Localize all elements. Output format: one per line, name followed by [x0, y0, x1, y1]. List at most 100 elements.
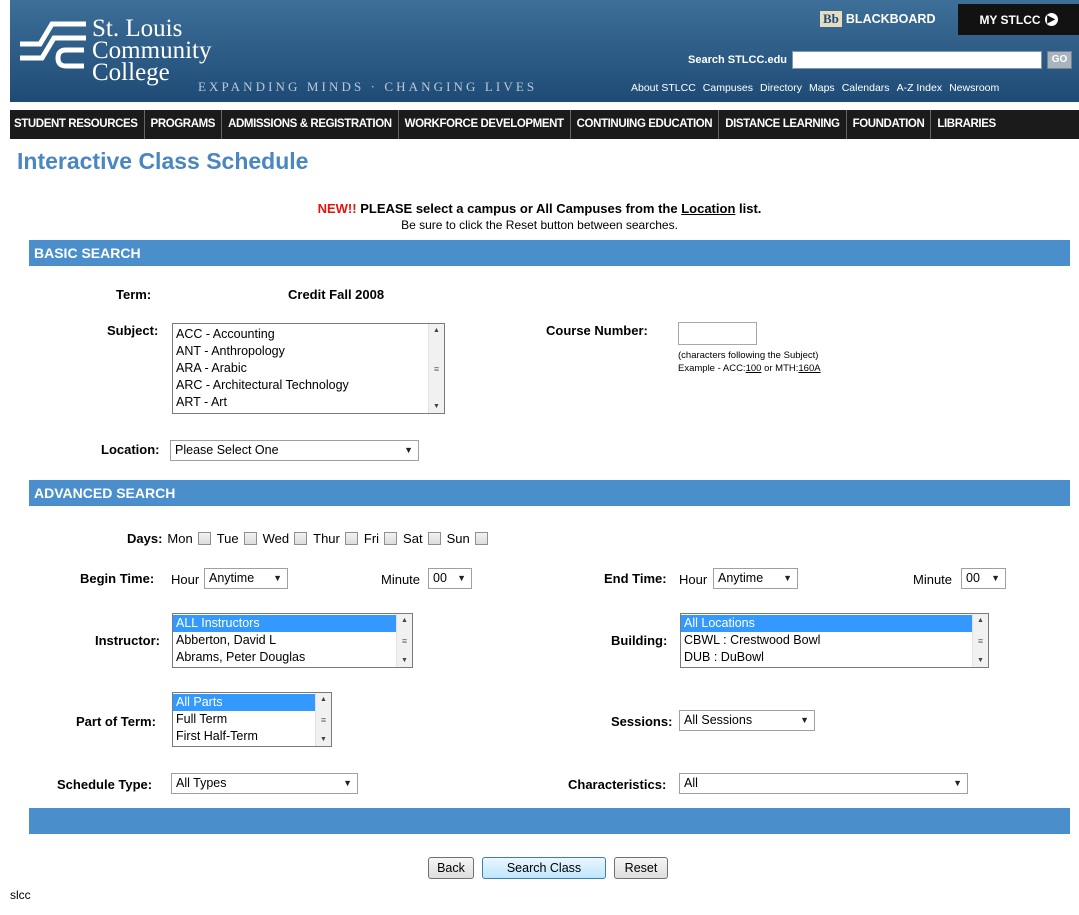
nav-item-continuing-education[interactable]: CONTINUING EDUCATION [569, 110, 719, 139]
scroll-grip-icon: ≡ [320, 714, 327, 725]
nav-item-admissions-registration[interactable]: ADMISSIONS & REGISTRATION [221, 110, 398, 139]
begin-minute-select[interactable]: 00 ▼ [428, 568, 472, 589]
example-mth: 160A [798, 363, 821, 374]
location-select[interactable]: Please Select One ▼ [170, 440, 419, 461]
part-of-term-listbox[interactable]: All Parts Full Term First Half-Term ▲ ≡ ▼ [172, 692, 332, 747]
instructor-option[interactable]: Abberton, David L [173, 632, 396, 649]
scroll-up-icon: ▲ [977, 617, 984, 624]
scroll-down-icon: ▼ [401, 657, 408, 664]
util-link-about-stlcc[interactable]: About STLCC [631, 82, 696, 94]
subject-option[interactable]: ARC - Architectural Technology [173, 377, 428, 394]
scroll-up-icon: ▲ [320, 696, 327, 703]
example-acc: 100 [745, 363, 762, 374]
characteristics-select[interactable]: All ▼ [679, 773, 968, 794]
search-go-button[interactable]: GO [1047, 51, 1072, 69]
term-label: Term: [116, 287, 152, 302]
chevron-down-icon: ▼ [783, 573, 792, 583]
day-checkbox-fri[interactable] [384, 532, 398, 545]
part-of-term-option[interactable]: Full Term [173, 711, 315, 728]
instructor-listbox[interactable]: ALL Instructors Abberton, David L Abrams, … [172, 613, 413, 668]
day-checkbox-thur[interactable] [344, 532, 358, 545]
util-link-maps[interactable]: Maps [809, 82, 835, 94]
notice-location-link[interactable]: Location [681, 201, 735, 216]
begin-minute-label: Minute [381, 572, 421, 587]
site-search-input[interactable] [792, 51, 1042, 69]
scroll-grip-icon: ≡ [401, 635, 408, 646]
util-link-calendars[interactable]: Calendars [842, 82, 890, 94]
scroll-down-icon: ▼ [433, 403, 440, 410]
location-label: Location: [101, 442, 160, 457]
day-label-wed: Wed [262, 531, 290, 546]
part-of-term-option[interactable]: All Parts [173, 694, 315, 711]
location-value: Please Select One [175, 443, 279, 457]
begin-hour-select[interactable]: Anytime ▼ [204, 568, 288, 589]
subject-option[interactable]: ACC - Accounting [173, 326, 428, 343]
day-checkbox-mon[interactable] [197, 532, 211, 545]
my-stlcc-link[interactable]: MY STLCC ▶ [958, 4, 1079, 35]
end-hour-select[interactable]: Anytime ▼ [713, 568, 798, 589]
day-checkbox-tue[interactable] [243, 532, 257, 545]
subject-option[interactable]: ART - Art [173, 394, 428, 411]
course-number-label: Course Number: [546, 323, 648, 338]
nav-item-distance-learning[interactable]: DISTANCE LEARNING [718, 110, 845, 139]
notice-text-end: list. [735, 201, 762, 216]
util-link-campuses[interactable]: Campuses [703, 82, 753, 94]
begin-hour-value: Anytime [209, 571, 255, 585]
search-class-button[interactable]: Search Class [482, 857, 606, 879]
course-number-input[interactable] [678, 322, 757, 345]
building-option[interactable]: CBWL : Crestwood Bowl [681, 632, 972, 649]
notice-text: PLEASE select a campus or All Campuses f… [356, 201, 682, 216]
instructor-scrollbar[interactable]: ▲ ≡ ▼ [396, 614, 412, 667]
blackboard-icon: Bb [820, 11, 842, 27]
subject-option[interactable]: ANT - Anthropology [173, 343, 428, 360]
college-logo-icon[interactable] [18, 14, 88, 70]
day-checkbox-wed[interactable] [294, 532, 308, 545]
util-link-a-z-index[interactable]: A-Z Index [897, 82, 943, 94]
schedule-type-select[interactable]: All Types ▼ [171, 773, 358, 794]
instructor-option[interactable]: Abrams, Peter Douglas [173, 649, 396, 666]
building-option[interactable]: DUB : DuBowl [681, 649, 972, 666]
util-link-newsroom[interactable]: Newsroom [949, 82, 999, 94]
subject-scrollbar[interactable]: ▲ ≡ ▼ [428, 324, 444, 413]
subject-listbox[interactable]: ACC - Accounting ANT - Anthropology ARA - … [172, 323, 445, 414]
nav-item-workforce-development[interactable]: WORKFORCE DEVELOPMENT [397, 110, 570, 139]
location-notice: NEW!! PLEASE select a campus or All Camp… [0, 201, 1079, 216]
schedule-type-value: All Types [176, 776, 227, 790]
days-row: Days: Mon Tue Wed Thur Fri Sat Sun [127, 531, 494, 546]
basic-search-header: BASIC SEARCH [29, 240, 1070, 266]
util-link-directory[interactable]: Directory [760, 82, 802, 94]
course-number-example: Example - ACC:100 or MTH:160A [678, 363, 821, 374]
term-value: Credit Fall 2008 [288, 287, 385, 302]
back-button[interactable]: Back [428, 857, 474, 879]
days-label: Days: [127, 531, 163, 546]
scroll-up-icon: ▲ [401, 617, 408, 624]
nav-item-libraries[interactable]: LIBRARIES [930, 110, 1001, 139]
part-of-term-label: Part of Term: [76, 714, 156, 729]
site-header: St. Louis Community College EXPANDING MI… [10, 0, 1079, 102]
day-label-thur: Thur [313, 531, 340, 546]
nav-item-foundation[interactable]: FOUNDATION [845, 110, 931, 139]
reset-button[interactable]: Reset [614, 857, 668, 879]
day-checkbox-sun[interactable] [474, 532, 488, 545]
blackboard-link[interactable]: Bb BLACKBOARD [820, 10, 935, 28]
footer-text: slcc [10, 888, 31, 902]
tagline: EXPANDING MINDS · CHANGING LIVES [198, 79, 538, 94]
part-of-term-scrollbar[interactable]: ▲ ≡ ▼ [315, 693, 331, 746]
nav-item-student-resources[interactable]: STUDENT RESOURCES [10, 110, 144, 139]
day-label-sun: Sun [446, 531, 470, 546]
part-of-term-option[interactable]: First Half-Term [173, 728, 315, 745]
day-checkbox-sat[interactable] [427, 532, 441, 545]
form-footer-band [29, 808, 1070, 834]
sessions-select[interactable]: All Sessions ▼ [679, 710, 815, 731]
building-option[interactable]: All Locations [681, 615, 972, 632]
instructor-option[interactable]: ALL Instructors [173, 615, 396, 632]
scroll-grip-icon: ≡ [977, 635, 984, 646]
site-search-label: Search STLCC.edu [688, 54, 788, 66]
subject-label: Subject: [107, 323, 159, 338]
end-minute-select[interactable]: 00 ▼ [961, 568, 1006, 589]
building-listbox[interactable]: All Locations CBWL : Crestwood Bowl DUB : … [680, 613, 989, 668]
nav-item-programs[interactable]: PROGRAMS [143, 110, 222, 139]
building-scrollbar[interactable]: ▲ ≡ ▼ [972, 614, 988, 667]
end-minute-label: Minute [913, 572, 953, 587]
subject-option[interactable]: ARA - Arabic [173, 360, 428, 377]
